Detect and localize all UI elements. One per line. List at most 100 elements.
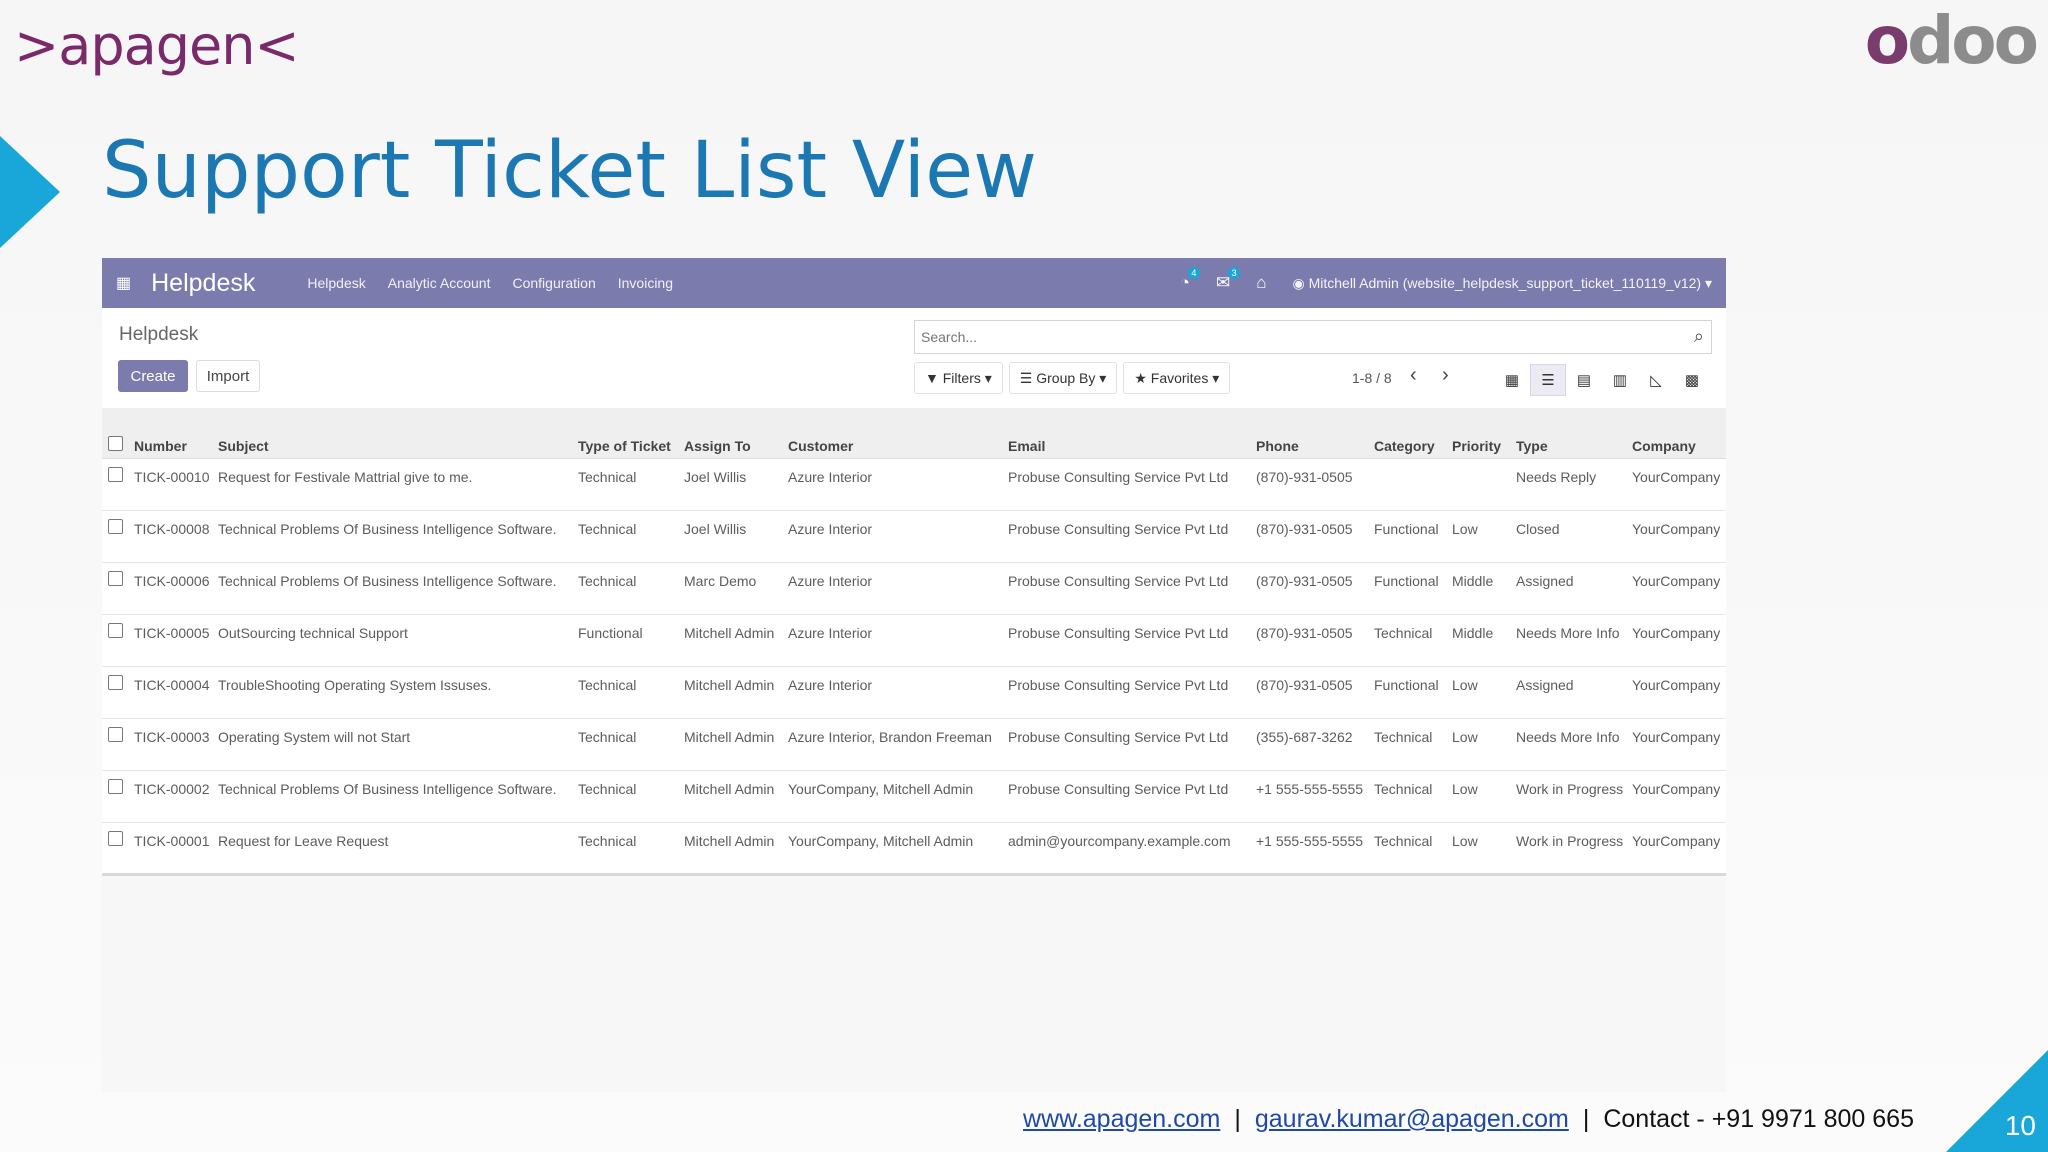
col-category[interactable]: Category	[1370, 408, 1448, 459]
cell-assign-to: Mitchell Admin	[680, 822, 784, 876]
cell-phone: +1 555-555-5555	[1252, 822, 1370, 876]
col-type[interactable]: Type	[1512, 408, 1628, 459]
cell-assign-to: Joel Willis	[680, 510, 784, 563]
list-view-icon[interactable]: ☰	[1530, 364, 1566, 396]
cell-type: Work in Progress	[1512, 822, 1628, 876]
cell-customer: Azure Interior, Brandon Freeman	[784, 718, 1004, 771]
cell-type-of-ticket: Technical	[574, 510, 680, 563]
cell-type: Assigned	[1512, 562, 1628, 615]
menu-analytic-account[interactable]: Analytic Account	[388, 275, 491, 291]
cell-category: Functional	[1370, 510, 1448, 563]
grid-icon[interactable]: ▦	[116, 273, 131, 293]
menu-invoicing[interactable]: Invoicing	[618, 275, 673, 291]
row-checkbox[interactable]	[102, 458, 130, 511]
apagen-logo: >apagen<	[14, 14, 300, 77]
user-menu[interactable]: ◉ Mitchell Admin (website_helpdesk_suppo…	[1292, 275, 1712, 292]
app-name[interactable]: Helpdesk	[151, 269, 255, 298]
pager-value[interactable]: 1-8 / 8	[1352, 370, 1392, 386]
email-link[interactable]: gaurav.kumar@apagen.com	[1255, 1105, 1569, 1133]
cell-company: YourCompany	[1628, 718, 1726, 771]
filters-button[interactable]: ▼ Filters ▾	[914, 362, 1003, 394]
cell-type: Needs More Info	[1512, 718, 1628, 771]
list-lines-icon: ☰	[1019, 369, 1037, 386]
import-button[interactable]: Import	[196, 360, 260, 392]
cell-category: Technical	[1370, 718, 1448, 771]
cell-number: TICK-00005	[130, 614, 214, 667]
col-subject[interactable]: Subject	[214, 408, 574, 459]
cell-customer: Azure Interior	[784, 510, 1004, 563]
cell-email: Probuse Consulting Service Pvt Ltd	[1004, 666, 1252, 719]
row-checkbox[interactable]	[102, 718, 130, 771]
cell-subject: Operating System will not Start	[214, 718, 574, 771]
create-button[interactable]: Create	[118, 360, 188, 392]
col-type-of-ticket[interactable]: Type of Ticket	[574, 408, 680, 459]
cell-customer: Azure Interior	[784, 666, 1004, 719]
search-input[interactable]	[914, 320, 1712, 354]
kanban-view-icon[interactable]: ▦	[1494, 364, 1530, 396]
graph-view-icon[interactable]: ◺	[1638, 364, 1674, 396]
cell-company: YourCompany	[1628, 770, 1726, 823]
table-row[interactable]: TICK-00002 Technical Problems Of Busines…	[102, 770, 1726, 823]
col-phone[interactable]: Phone	[1252, 408, 1370, 459]
row-checkbox[interactable]	[102, 562, 130, 615]
group-by-button[interactable]: ☰ Group By ▾	[1008, 362, 1118, 394]
avatar: ◉	[1292, 274, 1309, 291]
table-row[interactable]: TICK-00001 Request for Leave Request Tec…	[102, 822, 1726, 876]
cell-customer: Azure Interior	[784, 614, 1004, 667]
search-options: ▼ Filters ▾ ☰ Group By ▾ ★ Favorites ▾	[914, 362, 1231, 394]
tickets-table: Number Subject Type of Ticket Assign To …	[102, 408, 1726, 876]
cell-number: TICK-00008	[130, 510, 214, 563]
table-row[interactable]: TICK-00005 OutSourcing technical Support…	[102, 614, 1726, 667]
cell-company: YourCompany	[1628, 666, 1726, 719]
cell-priority: Low	[1448, 770, 1512, 823]
col-customer[interactable]: Customer	[784, 408, 1004, 459]
home-icon[interactable]: ⌂	[1256, 273, 1266, 293]
cell-priority: Middle	[1448, 562, 1512, 615]
table-row[interactable]: TICK-00004 TroubleShooting Operating Sys…	[102, 666, 1726, 719]
cell-assign-to: Joel Willis	[680, 458, 784, 511]
favorites-button[interactable]: ★ Favorites ▾	[1123, 362, 1231, 394]
table-row[interactable]: TICK-00010 Request for Festivale Mattria…	[102, 458, 1726, 511]
cell-category: Functional	[1370, 666, 1448, 719]
cell-number: TICK-00010	[130, 458, 214, 511]
activity-clock-icon[interactable]: ◔ 4	[1180, 267, 1200, 293]
row-checkbox[interactable]	[102, 822, 130, 876]
odoo-logo: odoo	[1864, 2, 2039, 79]
cell-email: Probuse Consulting Service Pvt Ltd	[1004, 614, 1252, 667]
table-row[interactable]: TICK-00003 Operating System will not Sta…	[102, 718, 1726, 771]
pivot-view-icon[interactable]: ▥	[1602, 364, 1638, 396]
col-priority[interactable]: Priority	[1448, 408, 1512, 459]
row-checkbox[interactable]	[102, 770, 130, 823]
cell-assign-to: Mitchell Admin	[680, 718, 784, 771]
row-checkbox[interactable]	[102, 614, 130, 667]
cell-priority: Middle	[1448, 614, 1512, 667]
row-checkbox[interactable]	[102, 510, 130, 563]
website-link[interactable]: www.apagen.com	[1023, 1105, 1220, 1133]
next-page-icon[interactable]: ›	[1442, 364, 1449, 387]
menu-configuration[interactable]: Configuration	[512, 275, 595, 291]
col-email[interactable]: Email	[1004, 408, 1252, 459]
cell-phone: (870)-931-0505	[1252, 614, 1370, 667]
col-assign-to[interactable]: Assign To	[680, 408, 784, 459]
table-row[interactable]: TICK-00008 Technical Problems Of Busines…	[102, 510, 1726, 563]
col-company[interactable]: Company	[1628, 408, 1726, 459]
select-all-checkbox[interactable]	[102, 408, 130, 459]
table-row[interactable]: TICK-00006 Technical Problems Of Busines…	[102, 562, 1726, 615]
cell-assign-to: Marc Demo	[680, 562, 784, 615]
previous-page-icon[interactable]: ‹	[1410, 364, 1417, 387]
cell-type-of-ticket: Technical	[574, 770, 680, 823]
cell-priority	[1448, 458, 1512, 511]
cell-type-of-ticket: Functional	[574, 614, 680, 667]
row-checkbox[interactable]	[102, 666, 130, 719]
top-navbar: ▦ Helpdesk Helpdesk Analytic Account Con…	[102, 258, 1726, 308]
cell-subject: Request for Festivale Mattrial give to m…	[214, 458, 574, 511]
calendar-view-icon[interactable]: ▤	[1566, 364, 1602, 396]
cell-customer: Azure Interior	[784, 458, 1004, 511]
grid-view-icon[interactable]: ▩	[1674, 364, 1710, 396]
menu-helpdesk[interactable]: Helpdesk	[307, 275, 365, 291]
breadcrumb[interactable]: Helpdesk	[119, 324, 198, 346]
cell-email: Probuse Consulting Service Pvt Ltd	[1004, 770, 1252, 823]
search-icon[interactable]: ⌕	[1694, 326, 1704, 347]
col-number[interactable]: Number	[130, 408, 214, 459]
messages-chat-icon[interactable]: ✉ 3	[1216, 267, 1241, 293]
